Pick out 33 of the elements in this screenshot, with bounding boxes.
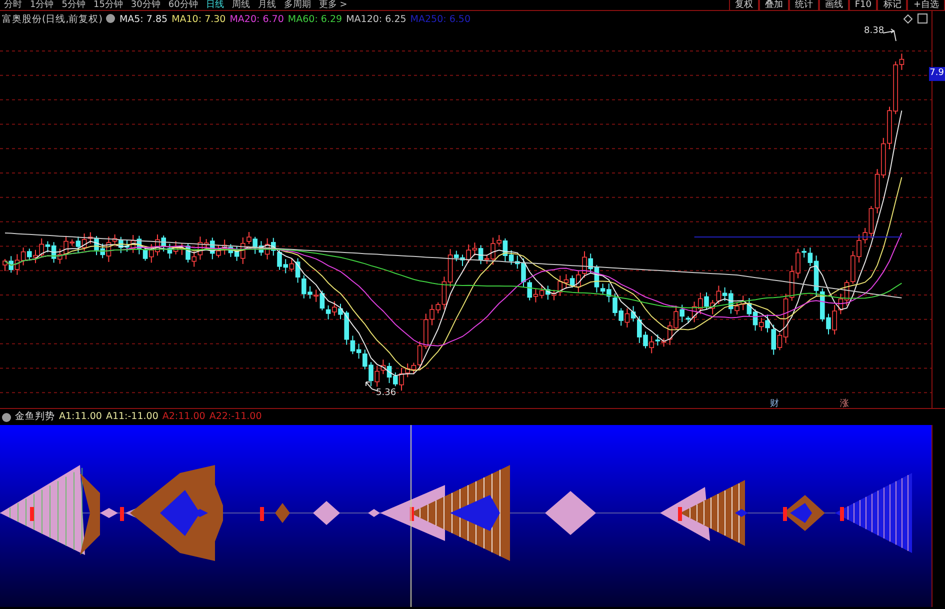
event-mark: 涨 (840, 398, 849, 411)
event-mark: 财 (770, 398, 779, 411)
indicator-title: 金鱼判势 (15, 410, 55, 424)
settings-icon[interactable] (106, 14, 116, 23)
indicator-value: A22:-11.00 (209, 410, 262, 424)
high-price-label: 8.38 (864, 25, 884, 38)
period-tab[interactable]: 5分钟 (58, 0, 90, 10)
period-tab[interactable]: 1分钟 (26, 0, 58, 10)
arrow-icon (366, 382, 378, 392)
indicator-value: MA60: 6.29 (288, 14, 342, 25)
indicator-value: A2:11.00 (162, 410, 206, 424)
low-price-label: 5.36 (376, 387, 396, 400)
toolbar-button[interactable]: F10 (848, 0, 878, 10)
settings-icon[interactable] (2, 412, 11, 422)
indicator-value: MA20: 6.70 (230, 14, 284, 25)
indicator-value: MA120: 6.25 (346, 14, 406, 25)
period-tab[interactable]: 30分钟 (126, 0, 164, 10)
period-tab[interactable]: 更多 > (314, 0, 352, 10)
indicator-value: MA250: 6.50 (410, 14, 470, 25)
indicator-value: MA10: 7.30 (172, 14, 226, 25)
indicator-value: A11:-11.00 (106, 410, 158, 424)
toolbar-button[interactable]: 标记 (877, 0, 908, 10)
toolbar-button[interactable]: 复权 (728, 0, 759, 10)
period-tab[interactable]: 15分钟 (89, 0, 127, 10)
arrow-icon (882, 28, 896, 42)
period-tab[interactable]: 多周期 (280, 0, 315, 10)
diamond-icon[interactable] (903, 14, 913, 24)
indicator-value: MA5: 7.85 (119, 14, 168, 25)
period-tab[interactable]: 60分钟 (164, 0, 202, 10)
price-marker: 7.9 (928, 67, 945, 80)
panel-icon[interactable] (918, 14, 928, 24)
chart-title: 富奥股份(日线,前复权) (2, 14, 102, 25)
indicator-value: A1:11.00 (59, 410, 102, 424)
